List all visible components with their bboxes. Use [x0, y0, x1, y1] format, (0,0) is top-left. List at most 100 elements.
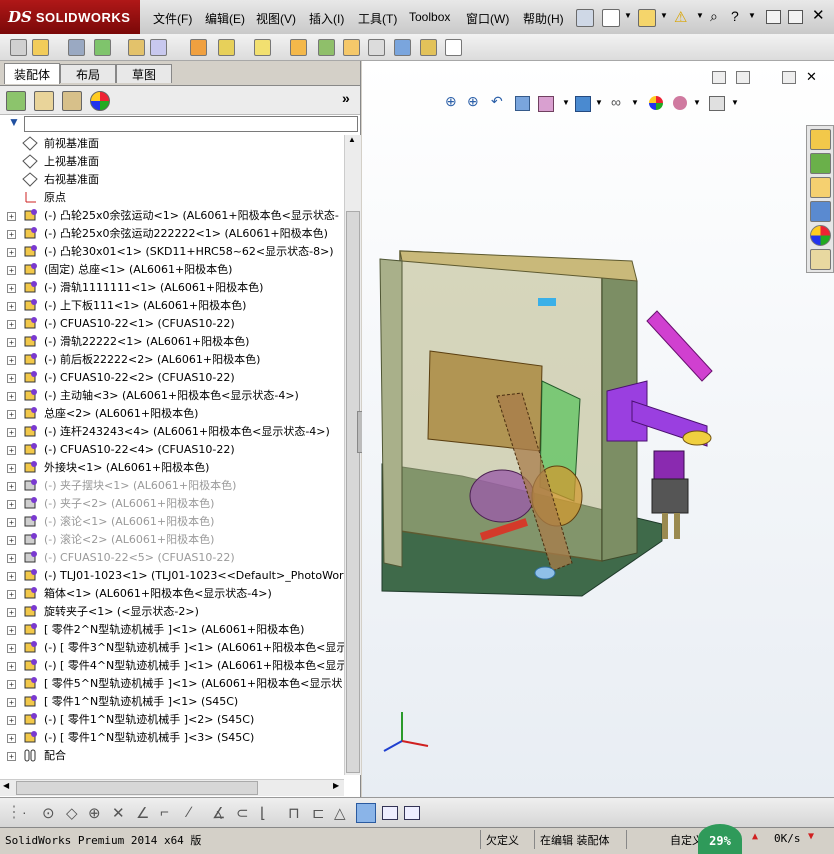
expand-icon[interactable]: + [7, 338, 16, 347]
offset-icon[interactable]: ∡ [212, 804, 228, 822]
point-icon[interactable]: · [22, 804, 38, 820]
expand-icon[interactable]: + [7, 698, 16, 707]
apply-scene-icon[interactable] [673, 96, 687, 110]
expand-icon[interactable]: + [7, 356, 16, 365]
expand-icon[interactable]: + [7, 392, 16, 401]
expand-icon[interactable]: + [7, 500, 16, 509]
warning-icon[interactable]: ⚠ [674, 8, 687, 26]
component-pattern-icon[interactable] [94, 39, 111, 56]
menu-help[interactable]: 帮助(H) [523, 10, 564, 27]
menu-edit[interactable]: 编辑(E) [205, 10, 245, 27]
instant3d-icon[interactable] [445, 39, 462, 56]
view-palette-icon[interactable] [810, 201, 831, 222]
file-explorer-icon[interactable] [810, 177, 831, 198]
show-hidden-icon[interactable] [190, 39, 207, 56]
expand-icon[interactable]: + [7, 428, 16, 437]
previous-view-icon[interactable]: ↶ [491, 93, 503, 110]
assembly-model[interactable] [362, 201, 834, 671]
assembly-icon[interactable] [10, 39, 27, 56]
interference-detection-icon[interactable] [394, 39, 411, 56]
solidworks-logo[interactable]: DS SOLIDWORKS [0, 0, 140, 34]
expand-icon[interactable]: + [7, 518, 16, 527]
chevron-down-icon[interactable]: ▼ [660, 11, 668, 20]
tab-sketch[interactable]: 草图 [116, 64, 172, 83]
chevron-down-icon[interactable]: ▼ [693, 98, 701, 107]
minimize-icon[interactable] [766, 10, 781, 24]
clearance-verification-icon[interactable] [420, 39, 437, 56]
expand-icon[interactable]: + [7, 446, 16, 455]
zoom-to-fit-icon[interactable]: ⊕ [445, 93, 457, 110]
property-manager-icon[interactable] [34, 91, 54, 111]
chevron-down-icon[interactable]: ▼ [696, 11, 704, 20]
feature-manager-icon[interactable] [6, 91, 26, 111]
expand-icon[interactable]: + [7, 752, 16, 761]
menu-view[interactable]: 视图(V) [256, 10, 296, 27]
insert-component-icon[interactable] [32, 39, 49, 56]
trim-icon[interactable]: ✕ [112, 804, 128, 822]
expand-icon[interactable]: + [7, 284, 16, 293]
four-view-icon[interactable] [404, 806, 420, 820]
3d-box-icon[interactable] [356, 803, 376, 823]
section-view-icon[interactable] [515, 96, 530, 111]
display-style-icon[interactable] [575, 96, 591, 112]
view-settings-icon[interactable] [709, 96, 725, 111]
appearance-manager-icon[interactable] [90, 91, 110, 111]
tab-assembly[interactable]: 装配体 [4, 63, 60, 84]
menu-window[interactable]: 窗口(W) [466, 10, 509, 27]
exploded-view-icon[interactable] [343, 39, 360, 56]
chevron-down-icon[interactable]: ▼ [631, 98, 639, 107]
hide-show-items-icon[interactable]: ∞ [611, 94, 621, 110]
expand-icon[interactable]: + [7, 482, 16, 491]
menu-tools[interactable]: 工具(T) [358, 10, 397, 27]
expand-icon[interactable]: + [7, 662, 16, 671]
chevron-right-icon[interactable]: » [342, 90, 350, 106]
expand-icon[interactable]: + [7, 464, 16, 473]
angle-icon[interactable]: ∠ [136, 804, 152, 822]
reference-geometry-icon[interactable] [254, 39, 271, 56]
custom-properties-icon[interactable] [810, 249, 831, 270]
smart-fasteners-icon[interactable] [128, 39, 145, 56]
zoom-to-area-icon[interactable]: ⊕ [467, 93, 479, 110]
expand-icon[interactable]: + [7, 554, 16, 563]
scroll-left-icon[interactable]: ◀ [3, 781, 9, 790]
menu-insert[interactable]: 插入(I) [309, 10, 344, 27]
polygon-icon[interactable]: ◇ [66, 804, 82, 822]
arc-icon[interactable]: ⊂ [236, 804, 252, 822]
search-icon[interactable]: ⌕ [710, 8, 718, 25]
expand-icon[interactable]: + [7, 248, 16, 257]
expand-icon[interactable]: + [7, 212, 16, 221]
expand-icon[interactable]: + [7, 608, 16, 617]
expand-icon[interactable]: + [7, 374, 16, 383]
edit-appearance-icon[interactable] [649, 96, 663, 110]
fillet-icon[interactable]: ⌊ [260, 804, 276, 822]
viewport-close-icon[interactable]: ✕ [806, 69, 817, 85]
chevron-down-icon[interactable]: ▼ [595, 98, 603, 107]
expand-icon[interactable]: + [7, 320, 16, 329]
restore-icon[interactable] [788, 10, 803, 24]
configuration-manager-icon[interactable] [62, 91, 82, 111]
circle-icon[interactable]: ⊙ [42, 804, 58, 822]
appearances-icon[interactable] [810, 225, 831, 246]
expand-icon[interactable]: + [7, 644, 16, 653]
vertical-scroll-thumb[interactable] [346, 211, 360, 773]
expand-icon[interactable]: + [7, 680, 16, 689]
expand-icon[interactable]: + [7, 590, 16, 599]
new-document-icon[interactable] [602, 9, 620, 27]
explode-line-sketch-icon[interactable] [368, 39, 385, 56]
viewport-restore-icon[interactable] [782, 71, 796, 84]
scroll-right-icon[interactable]: ▶ [333, 781, 339, 790]
help-icon[interactable]: ? [731, 8, 739, 24]
expand-icon[interactable]: + [7, 266, 16, 275]
filter-icon[interactable]: ▼ [8, 115, 20, 129]
open-folder-icon[interactable] [638, 9, 656, 27]
slot-icon[interactable]: ⊏ [312, 804, 328, 822]
menu-toolbox[interactable]: Toolbox [409, 10, 450, 24]
graphics-area[interactable]: ✕ [362, 61, 834, 797]
corner-icon[interactable]: ⌐ [160, 804, 176, 821]
tab-layout[interactable]: 布局 [60, 64, 116, 83]
solidworks-resources-icon[interactable] [810, 129, 831, 150]
expand-icon[interactable]: + [7, 626, 16, 635]
expand-icon[interactable]: + [7, 572, 16, 581]
filter-input[interactable] [24, 116, 358, 132]
viewport-split-icon[interactable] [736, 71, 750, 84]
